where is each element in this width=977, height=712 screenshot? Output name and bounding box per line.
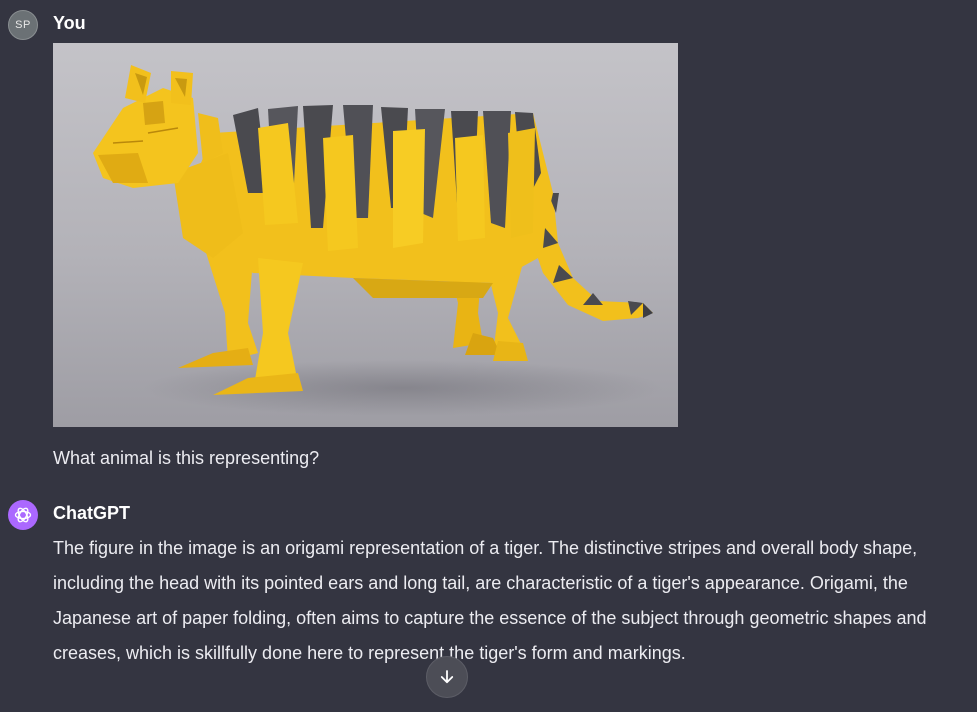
user-message-text: What animal is this representing? [53,448,320,468]
origami-tiger-photo [53,43,678,427]
user-author-name: You [53,13,86,33]
openai-logo-icon [14,507,32,523]
user-avatar: SP [8,10,38,40]
user-avatar-initials: SP [15,19,31,31]
assistant-message-text: The figure in the image is an origami re… [53,538,927,663]
scroll-to-bottom-button[interactable] [426,656,468,698]
uploaded-image[interactable] [53,43,678,427]
arrow-down-icon [440,670,454,684]
assistant-avatar [8,500,38,530]
assistant-author-name: ChatGPT [53,503,131,523]
